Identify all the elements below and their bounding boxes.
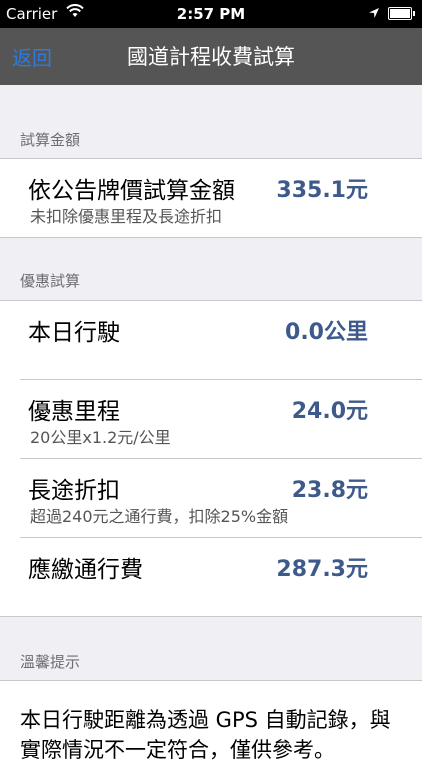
list-item-today-distance: 本日行駛 0.0公里 [0, 301, 422, 379]
navigation-bar: 返回 國道計程收費試算 [0, 28, 422, 85]
section-header-notice: 溫馨提示 [20, 653, 81, 671]
location-arrow-icon [368, 5, 380, 23]
group-notice: 本日行駛距離為透過 GPS 自動記錄，與實際情況不一定符合，僅供參考。 [0, 680, 422, 771]
long-distance-value: 23.8元 [291, 478, 368, 503]
list-item-posted-fare: 依公告牌價試算金額 335.1元 未扣除優惠里程及長途折扣 [0, 159, 422, 237]
group-discount: 本日行駛 0.0公里 優惠里程 24.0元 20公里x1.2元/公里 長途折扣 … [0, 300, 422, 617]
group-amount: 依公告牌價試算金額 335.1元 未扣除優惠里程及長途折扣 [0, 158, 422, 238]
discount-mileage-note: 20公里x1.2元/公里 [30, 428, 171, 447]
status-time: 2:57 PM [176, 5, 246, 23]
notice-text: 本日行駛距離為透過 GPS 自動記錄，與實際情況不一定符合，僅供參考。 [20, 708, 391, 762]
page-title: 國道計程收費試算 [127, 45, 295, 69]
section-header-discount: 優惠試算 [20, 272, 81, 290]
battery-icon [388, 7, 415, 20]
payable-toll-label: 應繳通行費 [28, 557, 143, 583]
long-distance-label: 長途折扣 [28, 478, 120, 504]
posted-fare-note: 未扣除優惠里程及長途折扣 [30, 207, 223, 226]
payable-toll-value: 287.3元 [276, 557, 368, 582]
discount-mileage-value: 24.0元 [291, 399, 368, 424]
section-header-amount: 試算金額 [20, 131, 81, 149]
discount-mileage-label: 優惠里程 [28, 399, 120, 425]
today-distance-value: 0.0公里 [285, 320, 368, 345]
status-bar: Carrier 2:57 PM [0, 0, 422, 28]
list-item-payable-toll: 應繳通行費 287.3元 [0, 538, 422, 616]
today-distance-label: 本日行駛 [28, 320, 120, 346]
long-distance-note: 超過240元之通行費，扣除25%金額 [30, 507, 289, 526]
posted-fare-value: 335.1元 [276, 178, 368, 203]
list-item-long-distance: 長途折扣 23.8元 超過240元之通行費，扣除25%金額 [0, 459, 422, 537]
posted-fare-label: 依公告牌價試算金額 [28, 178, 235, 204]
list-item-discount-mileage: 優惠里程 24.0元 20公里x1.2元/公里 [0, 380, 422, 458]
